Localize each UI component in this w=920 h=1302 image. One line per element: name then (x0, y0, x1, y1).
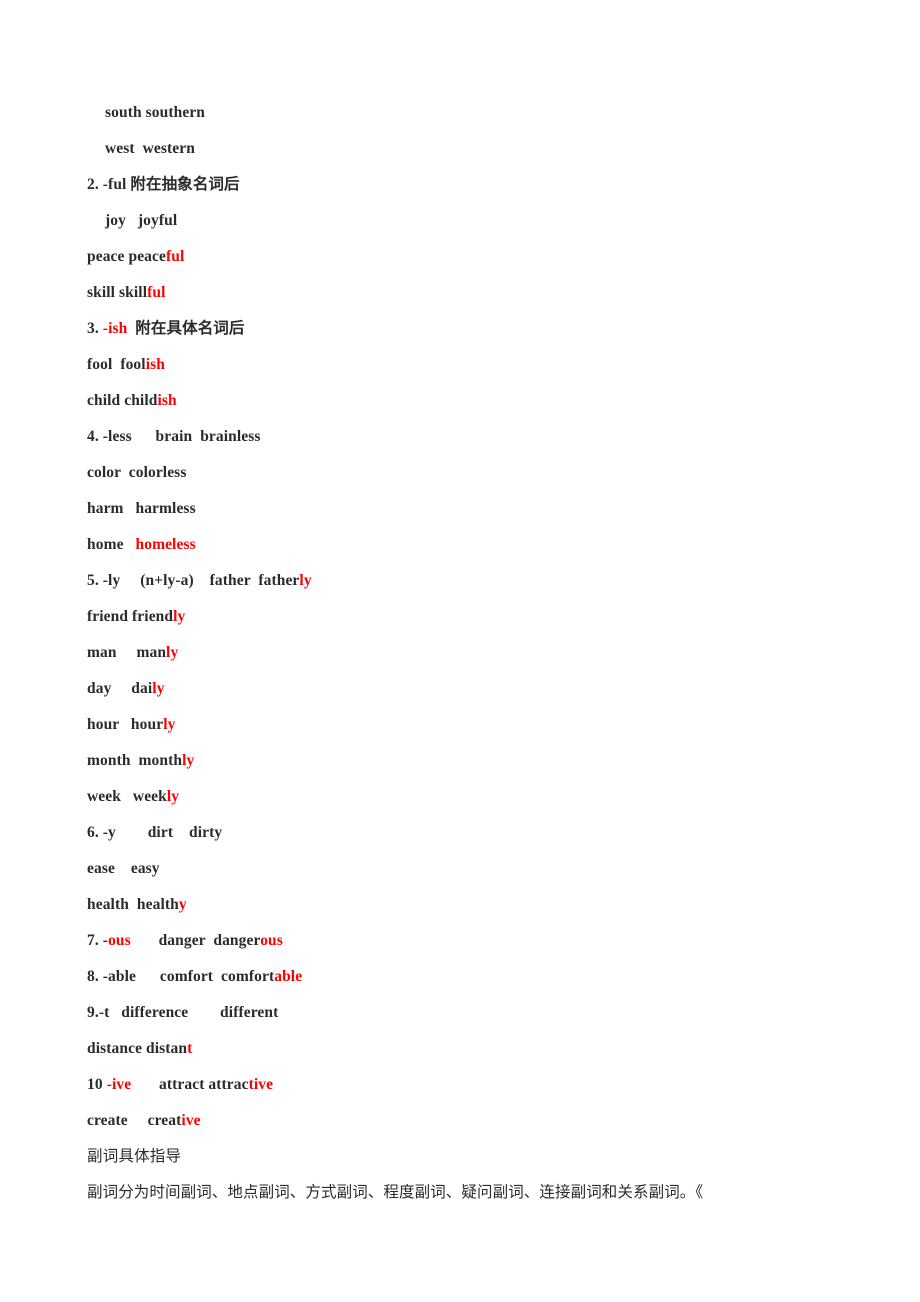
line-child-childish-seg-0: child child (87, 392, 158, 409)
line-harm-harmless-seg-0: harm harmless (87, 500, 196, 517)
line-man-manly-seg-1: ly (166, 644, 179, 661)
line-home-homeless: home homeless (87, 527, 877, 563)
line-adverb-heading: 副词具体指导 (87, 1139, 877, 1175)
line-item-2-ful: 2. -ful 附在抽象名词后 (87, 167, 877, 203)
line-month-monthly-seg-1: ly (182, 752, 195, 769)
line-hour-hourly-seg-0: hour hour (87, 716, 164, 733)
line-man-manly: man manly (87, 635, 877, 671)
line-week-weekly: week weekly (87, 779, 877, 815)
line-item-2-ful-seg-0: 2. -ful 附在抽象名词后 (87, 176, 240, 193)
line-color-colorless-seg-0: color colorless (87, 464, 187, 481)
line-month-monthly: month monthly (87, 743, 877, 779)
line-fool-foolish-seg-0: fool fool (87, 356, 146, 373)
line-fool-foolish: fool foolish (87, 347, 877, 383)
line-item-9-t-seg-0: 9.-t difference different (87, 1004, 279, 1021)
line-item-8-able-seg-0: 8. -able comfort comfort (87, 968, 275, 985)
line-item-10-ive-seg-3: tive (248, 1076, 274, 1093)
line-south-southern-seg-0: south southern (105, 104, 206, 121)
line-friend-friendly-seg-0: friend friend (87, 608, 174, 625)
line-health-healthy-seg-1: y (178, 896, 187, 913)
document-body: south southern west western 2. -ful 附在抽象名词… (87, 95, 877, 1211)
line-item-7-ous-seg-3: ous (260, 932, 283, 949)
line-item-8-able-seg-1: able (274, 968, 303, 985)
line-item-5-ly-seg-0: 5. -ly (n+ly-a) father father (87, 572, 300, 589)
line-child-childish: child childish (87, 383, 877, 419)
line-distance-distant-seg-1: t (187, 1040, 193, 1057)
line-week-weekly-seg-0: week week (87, 788, 167, 805)
line-ease-easy: ease easy (87, 851, 877, 887)
line-item-10-ive-seg-0: 10 (87, 1076, 107, 1093)
line-distance-distant: distance distant (87, 1031, 877, 1067)
line-day-daily: day daily (87, 671, 877, 707)
line-health-healthy: health healthy (87, 887, 877, 923)
line-item-10-ive-seg-2: attract attrac (131, 1076, 249, 1093)
line-day-daily-seg-0: day dai (87, 680, 153, 697)
line-peace-peaceful: peace peaceful (87, 239, 877, 275)
line-adverb-body-seg-0: 副词分为时间副词、地点副词、方式副词、程度副词、疑问副词、连接副词和关系副词。《 (87, 1184, 704, 1201)
line-hour-hourly-seg-1: ly (163, 716, 176, 733)
line-item-9-t: 9.-t difference different (87, 995, 877, 1031)
line-day-daily-seg-1: ly (152, 680, 165, 697)
line-item-7-ous: 7. -ous danger dangerous (87, 923, 877, 959)
line-friend-friendly: friend friendly (87, 599, 877, 635)
line-friend-friendly-seg-1: ly (173, 608, 186, 625)
line-item-8-able: 8. -able comfort comfortable (87, 959, 877, 995)
line-west-western-seg-0: west western (105, 140, 195, 157)
line-color-colorless: color colorless (87, 455, 877, 491)
line-joy-joyful: joy joyful (87, 203, 877, 239)
line-man-manly-seg-0: man man (87, 644, 167, 661)
line-month-monthly-seg-0: month month (87, 752, 183, 769)
line-item-5-ly-seg-1: ly (299, 572, 312, 589)
line-item-3-ish: 3. -ish 附在具体名词后 (87, 311, 877, 347)
line-skill-skillful-seg-0: skill skill (87, 284, 148, 301)
line-item-7-ous-seg-0: 7. - (87, 932, 109, 949)
line-item-4-less-seg-0: 4. -less brain brainless (87, 428, 261, 445)
line-distance-distant-seg-0: distance distan (87, 1040, 188, 1057)
line-adverb-heading-seg-0: 副词具体指导 (87, 1148, 182, 1165)
line-item-3-ish-seg-0: 3. (87, 320, 103, 337)
line-item-5-ly: 5. -ly (n+ly-a) father fatherly (87, 563, 877, 599)
line-south-southern: south southern (87, 95, 877, 131)
line-item-10-ive-seg-1: -ive (106, 1076, 132, 1093)
line-ease-easy-seg-0: ease easy (87, 860, 160, 877)
line-item-3-ish-seg-2: 附在具体名词后 (127, 320, 245, 337)
line-item-6-y: 6. -y dirt dirty (87, 815, 877, 851)
line-joy-joyful-seg-0: joy joyful (105, 212, 178, 229)
line-west-western: west western (87, 131, 877, 167)
line-item-4-less: 4. -less brain brainless (87, 419, 877, 455)
line-child-childish-seg-1: ish (157, 392, 177, 409)
line-item-6-y-seg-0: 6. -y dirt dirty (87, 824, 223, 841)
line-create-creative-seg-0: create creat (87, 1112, 182, 1129)
line-skill-skillful-seg-1: ful (147, 284, 166, 301)
line-peace-peaceful-seg-1: ful (166, 248, 185, 265)
line-item-10-ive: 10 -ive attract attractive (87, 1067, 877, 1103)
line-health-healthy-seg-0: health health (87, 896, 179, 913)
line-adverb-body: 副词分为时间副词、地点副词、方式副词、程度副词、疑问副词、连接副词和关系副词。《 (87, 1175, 877, 1211)
line-home-homeless-seg-1: homeless (135, 536, 196, 553)
line-item-7-ous-seg-2: danger danger (130, 932, 261, 949)
line-item-3-ish-seg-1: -ish (102, 320, 128, 337)
line-create-creative-seg-1: ive (181, 1112, 201, 1129)
line-week-weekly-seg-1: ly (166, 788, 180, 805)
line-peace-peaceful-seg-0: peace peace (87, 248, 166, 265)
document-page: south southern west western 2. -ful 附在抽象名词… (0, 0, 920, 1302)
line-hour-hourly: hour hourly (87, 707, 877, 743)
line-skill-skillful: skill skillful (87, 275, 877, 311)
line-fool-foolish-seg-1: ish (145, 356, 165, 373)
line-item-7-ous-seg-1: ous (108, 932, 131, 949)
line-home-homeless-seg-0: home (87, 536, 136, 553)
line-create-creative: create creative (87, 1103, 877, 1139)
line-harm-harmless: harm harmless (87, 491, 877, 527)
